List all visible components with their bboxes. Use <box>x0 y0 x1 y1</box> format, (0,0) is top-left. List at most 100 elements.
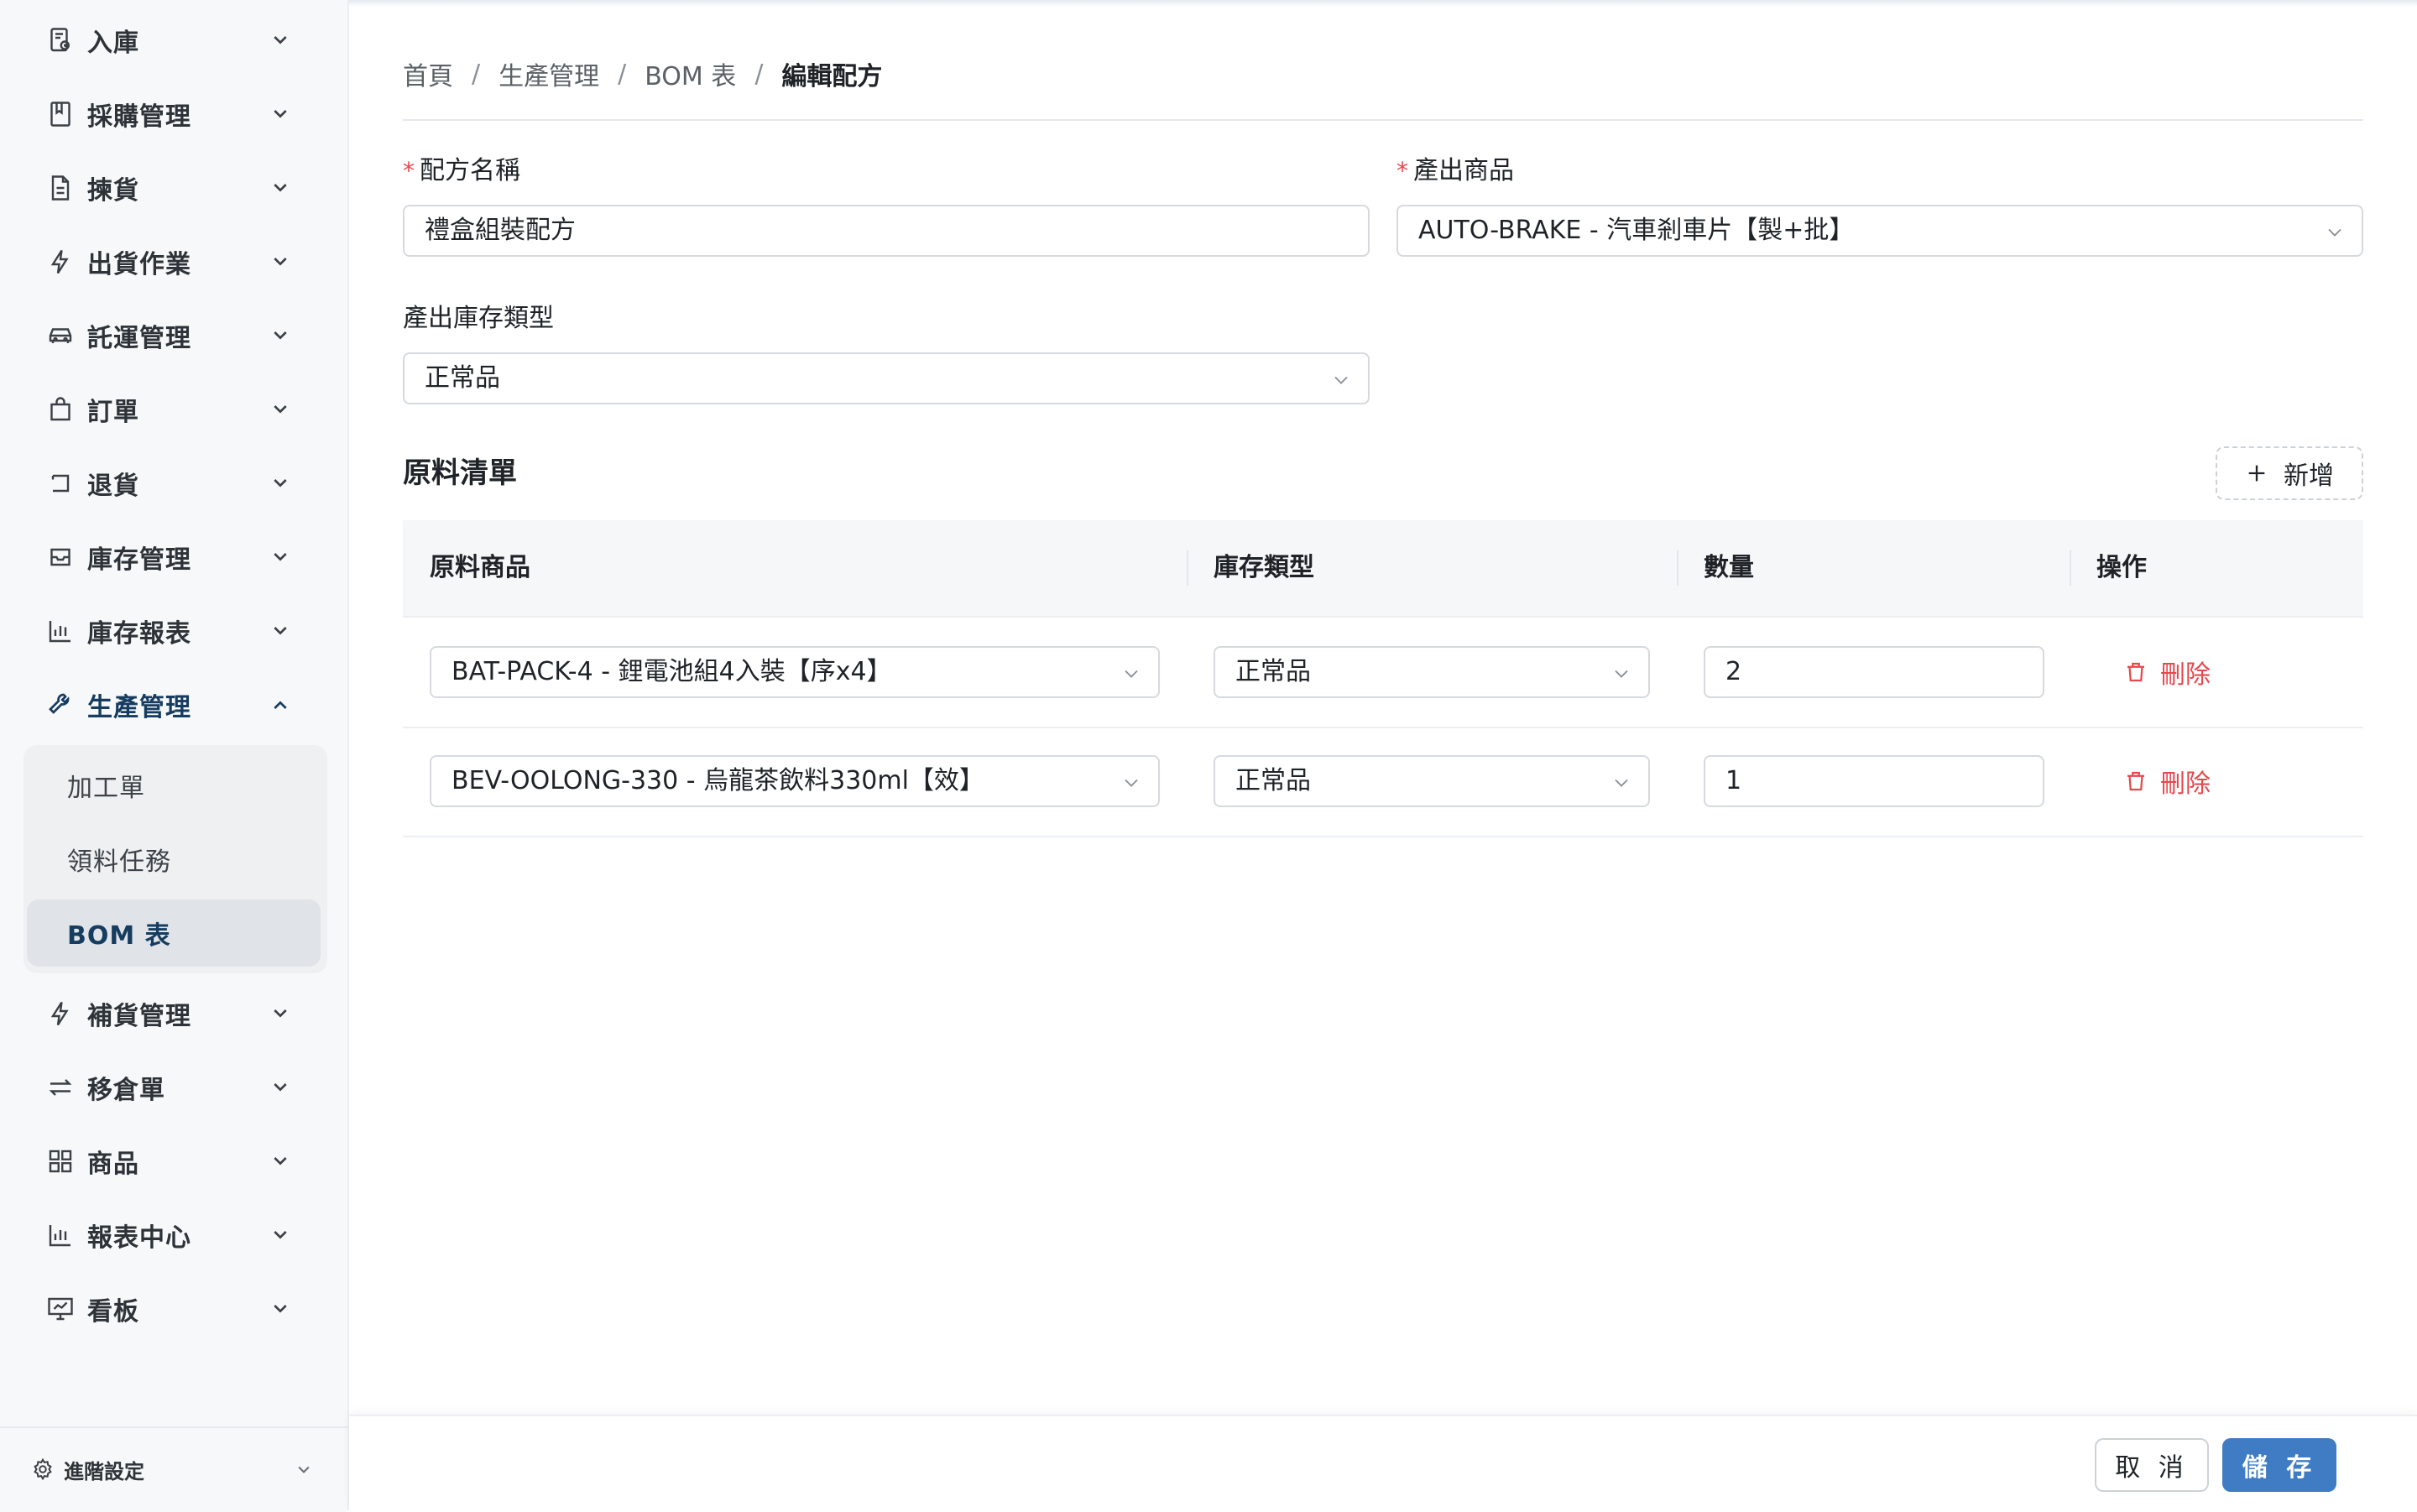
nav-label: 商品 <box>87 1150 139 1179</box>
advanced-settings-label: 進階設定 <box>64 1460 144 1483</box>
chevron-down-icon <box>267 175 294 201</box>
output-stock-type-select[interactable]: 正常品 <box>403 352 1370 404</box>
chevron-down-icon <box>1329 368 1353 392</box>
nav-item-returns[interactable]: 退貨 <box>0 446 347 520</box>
add-material-button[interactable]: 新增 <box>2216 446 2363 500</box>
save-button[interactable]: 儲 存 <box>2222 1438 2336 1492</box>
material-stock-type-select[interactable]: 正常品 <box>1214 646 1650 698</box>
material-quantity-value: 1 <box>1725 766 1742 795</box>
chevron-down-icon <box>1120 662 1143 686</box>
output-product-value: AUTO-BRAKE - 汽車剎車片【製+批】 <box>1418 216 1855 245</box>
chevron-down-icon <box>267 27 294 54</box>
output-product-label: * 產出商品 <box>1396 154 1514 188</box>
nav-item-replenishment[interactable]: 補貨管理 <box>0 977 347 1051</box>
breadcrumb-home[interactable]: 首頁 <box>403 55 453 92</box>
breadcrumb-separator: / <box>754 59 764 89</box>
grid-icon <box>45 1146 76 1176</box>
nav-item-inventory[interactable]: 庫存管理 <box>0 520 347 594</box>
breadcrumb-bom[interactable]: BOM 表 <box>645 55 736 92</box>
output-product-select[interactable]: AUTO-BRAKE - 汽車剎車片【製+批】 <box>1396 205 2363 257</box>
material-quantity-input[interactable]: 2 <box>1704 646 2044 698</box>
breadcrumb-separator: / <box>472 59 481 89</box>
nav-item-picking[interactable]: 揀貨 <box>0 151 347 225</box>
chevron-down-icon <box>267 544 294 571</box>
nav-item-orders[interactable]: 訂單 <box>0 373 347 446</box>
cancel-button[interactable]: 取 消 <box>2095 1438 2209 1492</box>
material-quantity-value: 2 <box>1725 657 1742 686</box>
submenu-label: 領料任務 <box>67 847 171 877</box>
car-icon <box>45 321 76 351</box>
chevron-down-icon <box>1610 662 1633 686</box>
advanced-settings-toggle[interactable]: 進階設定 <box>0 1428 347 1512</box>
bar-chart-icon <box>45 1220 76 1250</box>
divider <box>403 119 2363 121</box>
plus-icon <box>2245 461 2268 485</box>
delete-material-button[interactable]: 刪除 <box>2123 760 2211 802</box>
output-stock-type-label-text: 產出庫存類型 <box>403 304 554 333</box>
recipe-name-label: * 配方名稱 <box>403 154 520 188</box>
table-row: BAT-PACK-4 - 鋰電池組4入裝【序x4】 正常品 2 刪除 <box>403 618 2363 728</box>
chevron-down-icon <box>267 618 294 644</box>
material-stock-type-value: 正常品 <box>1235 657 1311 686</box>
nav-label: 看板 <box>87 1297 139 1327</box>
column-separator <box>1187 550 1188 586</box>
lightning-icon <box>45 247 76 277</box>
nav-item-products[interactable]: 商品 <box>0 1124 347 1198</box>
material-product-value: BAT-PACK-4 - 鋰電池組4入裝【序x4】 <box>452 657 892 686</box>
column-header-quantity: 數量 <box>1704 553 1754 582</box>
submenu-item-bom[interactable]: BOM 表 <box>27 899 321 967</box>
required-marker: * <box>1396 157 1408 185</box>
nav-item-purchasing[interactable]: 採購管理 <box>0 77 347 151</box>
main-content: 首頁 / 生產管理 / BOM 表 / 編輯配方 * 配方名稱 禮盒組裝配方 * 產… <box>349 0 2417 1512</box>
submenu-item-material-task[interactable]: 領料任務 <box>27 826 321 893</box>
submenu-item-work-order[interactable]: 加工單 <box>27 752 321 819</box>
chevron-down-icon <box>292 1458 316 1482</box>
nav-label: 訂單 <box>87 398 139 427</box>
material-stock-type-select[interactable]: 正常品 <box>1214 755 1650 807</box>
output-stock-type-label: 產出庫存類型 <box>403 302 554 336</box>
nav-item-consignment[interactable]: 託運管理 <box>0 299 347 373</box>
nav-label: 採購管理 <box>87 102 191 132</box>
nav-item-shipping[interactable]: 出貨作業 <box>0 225 347 299</box>
material-product-select[interactable]: BAT-PACK-4 - 鋰電池組4入裝【序x4】 <box>430 646 1160 698</box>
nav-item-production[interactable]: 生產管理 <box>0 668 347 742</box>
column-header-stock-type: 庫存類型 <box>1214 553 1314 582</box>
submenu-label: 加工單 <box>67 774 145 803</box>
nav-item-inventory-report[interactable]: 庫存報表 <box>0 594 347 668</box>
table-row: BEV-OOLONG-330 - 烏龍茶飲料330ml【效】 正常品 1 刪除 <box>403 727 2363 837</box>
sidebar: 入庫 採購管理 揀貨 出貨作業 託運管理 訂單 退貨 庫存管理 庫存報表 生產管… <box>0 0 349 1512</box>
nav-item-transfer[interactable]: 移倉單 <box>0 1051 347 1124</box>
breadcrumb-production[interactable]: 生產管理 <box>499 55 599 92</box>
nav-item-report-center[interactable]: 報表中心 <box>0 1198 347 1272</box>
nav-label: 報表中心 <box>87 1223 191 1253</box>
top-shadow <box>349 0 2417 7</box>
nav-item-dashboard[interactable]: 看板 <box>0 1272 347 1346</box>
chevron-down-icon <box>2323 221 2347 244</box>
lightning-icon <box>45 998 76 1029</box>
trash-icon <box>2123 660 2148 685</box>
nav-label: 入庫 <box>87 29 139 58</box>
output-stock-type-value: 正常品 <box>425 363 500 393</box>
chevron-down-icon <box>267 322 294 349</box>
nav-label: 生產管理 <box>87 693 191 722</box>
materials-section-title: 原料清單 <box>403 456 517 490</box>
chevron-down-icon <box>267 101 294 128</box>
material-product-select[interactable]: BEV-OOLONG-330 - 烏龍茶飲料330ml【效】 <box>430 755 1160 807</box>
breadcrumb-separator: / <box>618 59 627 89</box>
material-product-value: BEV-OOLONG-330 - 烏龍茶飲料330ml【效】 <box>452 766 984 795</box>
nav-label: 庫存管理 <box>87 545 191 575</box>
recipe-name-value: 禮盒組裝配方 <box>425 216 576 245</box>
nav-label: 補貨管理 <box>87 1002 191 1031</box>
chevron-down-icon <box>267 470 294 497</box>
trash-icon <box>2123 769 2148 794</box>
chevron-down-icon <box>267 248 294 275</box>
material-stock-type-value: 正常品 <box>1235 766 1311 795</box>
material-quantity-input[interactable]: 1 <box>1704 755 2044 807</box>
chevron-down-icon <box>267 1000 294 1027</box>
nav-item-inbound[interactable]: 入庫 <box>0 3 347 77</box>
recipe-name-input[interactable]: 禮盒組裝配方 <box>403 205 1370 257</box>
chevron-down-icon <box>267 1296 294 1322</box>
delete-material-button[interactable]: 刪除 <box>2123 651 2211 693</box>
document-icon <box>45 173 76 203</box>
chevron-down-icon <box>267 1222 294 1249</box>
